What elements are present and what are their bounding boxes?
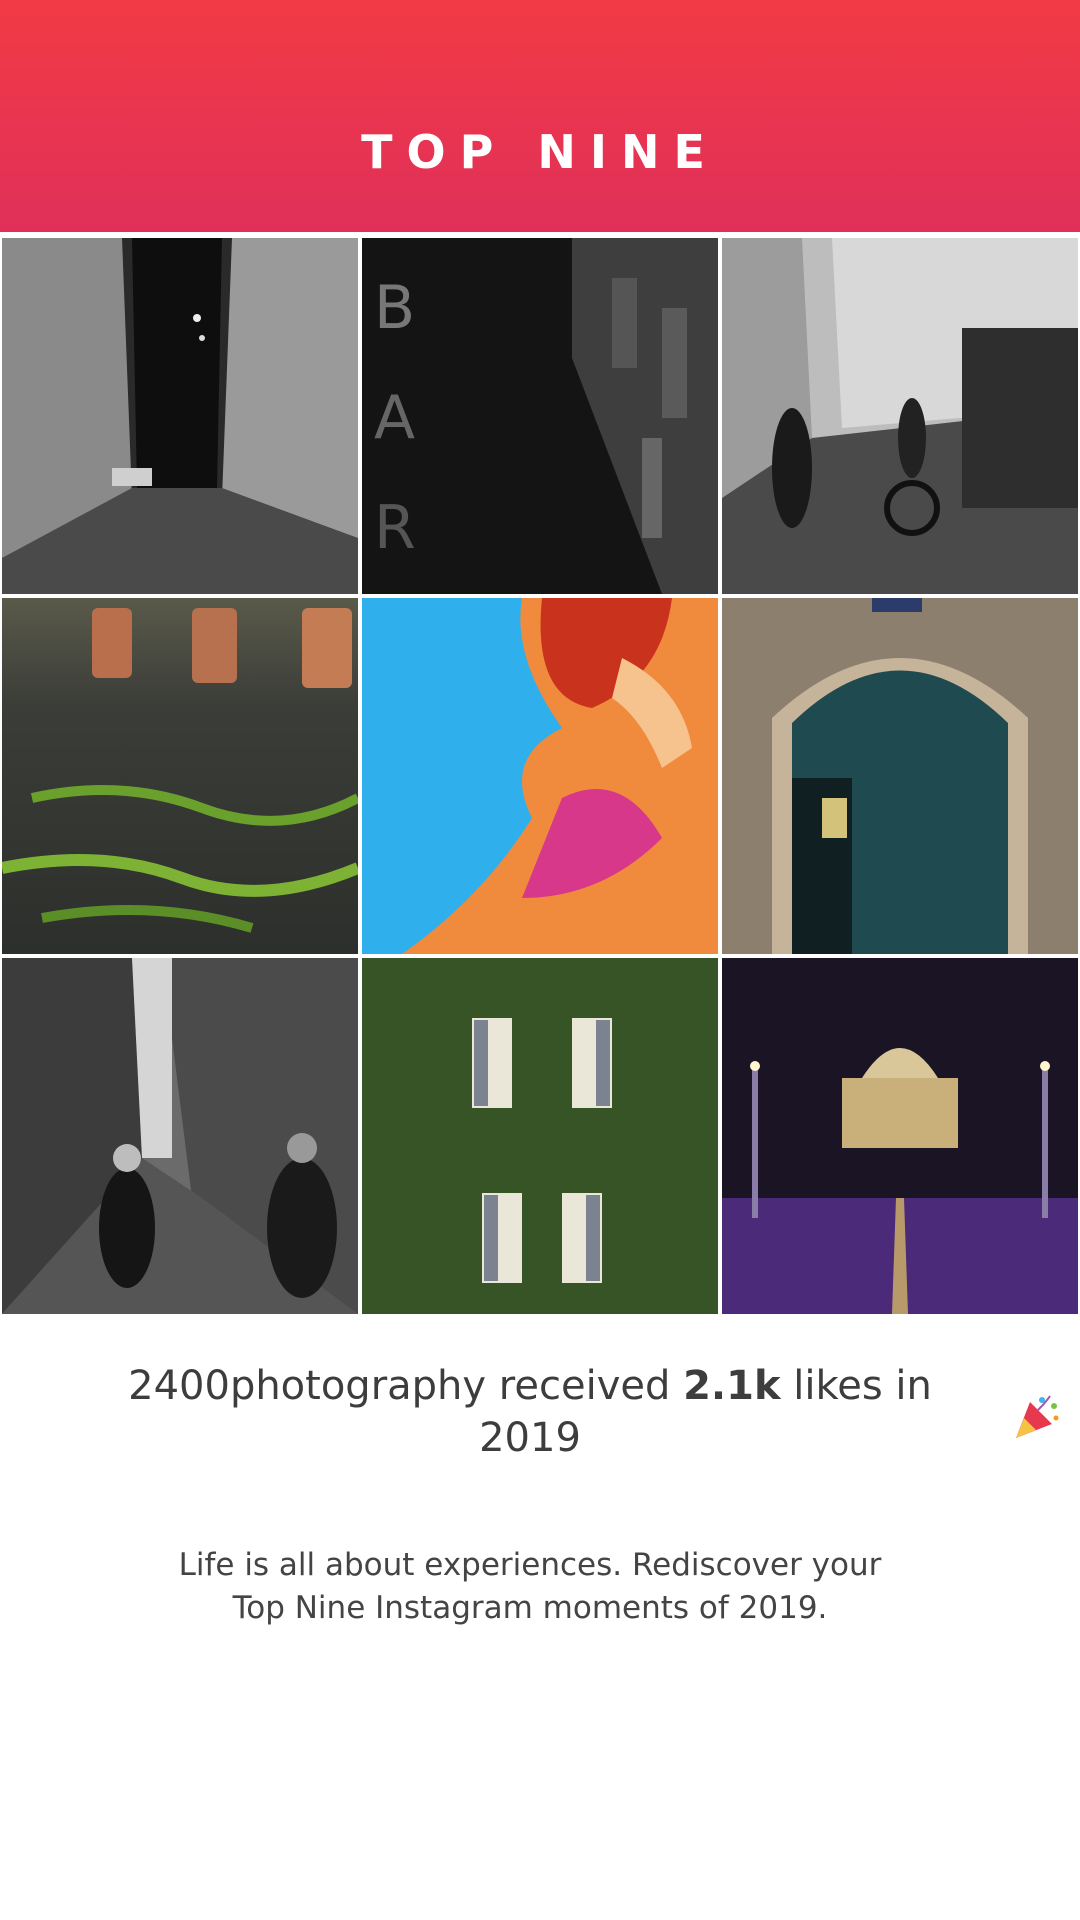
photo-teal-door — [722, 598, 1078, 954]
photo-ivy-windows — [362, 958, 718, 1314]
photo-colorful-sculpture — [362, 598, 718, 954]
tagline: Life is all about experiences. Rediscove… — [100, 1544, 960, 1630]
svg-text:A: A — [374, 383, 415, 453]
photo-tile-1[interactable] — [2, 238, 358, 594]
username: 2400photography — [128, 1363, 487, 1409]
photo-tile-9[interactable] — [722, 958, 1078, 1314]
photo-alley-pedestrians — [2, 958, 358, 1314]
photo-street-cyclist — [722, 238, 1078, 594]
tagline-line-2: Top Nine Instagram moments of 2019. — [232, 1590, 828, 1626]
photo-tile-3[interactable] — [722, 238, 1078, 594]
likes-summary: 2400photography received 2.1k likes in 2… — [80, 1360, 980, 1464]
likes-count: 2.1k — [683, 1363, 781, 1409]
header-banner: TOP NINE — [0, 0, 1080, 232]
likes-suffix: likes in — [793, 1363, 932, 1409]
photo-tile-2[interactable]: B A R — [362, 238, 718, 594]
photo-grid: B A R — [0, 236, 1080, 1316]
photo-dark-building: B A R — [362, 238, 718, 594]
year: 2019 — [479, 1415, 581, 1461]
photo-dark-alley — [2, 238, 358, 594]
page-title: TOP NINE — [361, 125, 719, 179]
party-popper-icon — [1012, 1392, 1062, 1442]
photo-tile-8[interactable] — [362, 958, 718, 1314]
photo-tile-4[interactable] — [2, 598, 358, 954]
svg-text:B: B — [374, 273, 415, 343]
tagline-line-1: Life is all about experiences. Rediscove… — [178, 1547, 882, 1583]
received-text: received — [498, 1363, 671, 1409]
photo-tile-6[interactable] — [722, 598, 1078, 954]
svg-text:R: R — [374, 493, 416, 563]
photo-mossy-cobblestones — [2, 598, 358, 954]
photo-st-peters-night — [722, 958, 1078, 1314]
photo-tile-5[interactable] — [362, 598, 718, 954]
photo-tile-7[interactable] — [2, 958, 358, 1314]
